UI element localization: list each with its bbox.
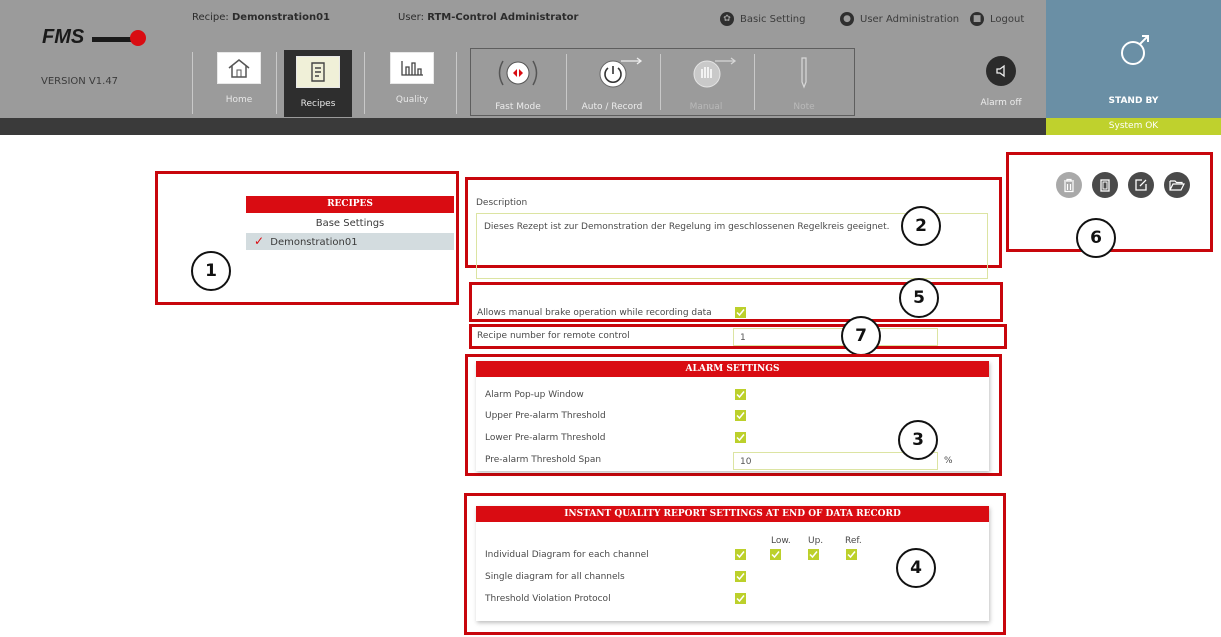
note-button[interactable]: Note (756, 56, 852, 112)
annotation-marker-4: 4 (896, 548, 936, 588)
threshold-protocol-label: Threshold Violation Protocol (485, 594, 611, 604)
upper-prealarm-checkbox[interactable] (735, 410, 746, 421)
check-icon: ✓ (254, 234, 265, 248)
annotation-marker-5: 5 (899, 278, 939, 318)
individual-diagram-label: Individual Diagram for each channel (485, 550, 649, 560)
folder-open-icon (1169, 180, 1185, 191)
trash-icon (1064, 178, 1074, 192)
nav-recipes[interactable]: Recipes (284, 50, 352, 117)
annotation-marker-2: 2 (901, 206, 941, 246)
current-recipe: Recipe: Demonstration01 (192, 12, 331, 23)
recipe-item-base-settings[interactable]: Base Settings (246, 215, 454, 232)
bar-chart-icon (390, 52, 434, 84)
recipes-header: RECIPES (246, 196, 454, 213)
threshold-span-unit: % (944, 456, 953, 466)
annotation-marker-3: 3 (898, 420, 938, 460)
lower-prealarm-label: Lower Pre-alarm Threshold (485, 433, 606, 443)
standby-icon (1118, 34, 1152, 72)
manual-icon (658, 56, 754, 94)
single-diagram-checkbox[interactable] (735, 571, 746, 582)
annotation-marker-6: 6 (1076, 218, 1116, 258)
manual-brake-label: Allows manual brake operation while reco… (477, 308, 712, 318)
status-bar (0, 118, 1046, 135)
quality-report-header: INSTANT QUALITY REPORT SETTINGS AT END O… (476, 506, 989, 522)
check-icon (809, 551, 818, 559)
logout-link[interactable]: ■ Logout (970, 12, 1024, 26)
nav-divider (192, 52, 193, 114)
manual-button[interactable]: Manual (658, 56, 754, 112)
lock-icon: ■ (970, 12, 984, 26)
fast-mode-icon (470, 56, 566, 94)
threshold-span-label: Pre-alarm Threshold Span (485, 455, 602, 465)
check-icon (736, 573, 745, 581)
ref-checkbox[interactable] (846, 549, 857, 560)
alarm-off-button[interactable]: Alarm off (968, 56, 1034, 108)
low-checkbox[interactable] (770, 549, 781, 560)
check-icon (736, 434, 745, 442)
single-diagram-label: Single diagram for all channels (485, 572, 625, 582)
check-icon (736, 595, 745, 603)
check-icon (736, 551, 745, 559)
up-checkbox[interactable] (808, 549, 819, 560)
recipe-scroll-icon (296, 56, 340, 88)
home-icon (217, 52, 261, 84)
check-icon (771, 551, 780, 559)
nav-divider (276, 52, 277, 114)
copy-recipe-button[interactable] (1092, 172, 1118, 198)
col-low-label: Low. (771, 536, 791, 546)
check-icon (736, 391, 745, 399)
svg-text:FMS: FMS (42, 26, 85, 48)
alarm-popup-label: Alarm Pop-up Window (485, 390, 584, 400)
gear-icon: ✿ (720, 12, 734, 26)
check-icon (847, 551, 856, 559)
version-label: VERSION V1.47 (41, 76, 119, 87)
recipe-item-demonstration01[interactable]: ✓ Demonstration01 (246, 233, 454, 250)
col-ref-label: Ref. (845, 536, 862, 546)
user-administration-link[interactable]: ● User Administration (840, 12, 959, 26)
manual-brake-checkbox[interactable] (735, 307, 746, 318)
individual-diagram-checkbox[interactable] (735, 549, 746, 560)
copy-icon (1100, 178, 1110, 192)
current-user: User: RTM-Control Administrator (398, 12, 579, 23)
machine-status-panel: STAND BY (1046, 0, 1221, 118)
nav-divider (364, 52, 365, 114)
upper-prealarm-label: Upper Pre-alarm Threshold (485, 411, 606, 421)
nav-divider (456, 52, 457, 114)
lower-prealarm-checkbox[interactable] (735, 432, 746, 443)
mode-divider (754, 54, 755, 110)
basic-setting-link[interactable]: ✿ Basic Setting (720, 12, 805, 26)
delete-recipe-button[interactable] (1056, 172, 1082, 198)
annotation-marker-1: 1 (191, 251, 231, 291)
nav-home[interactable]: Home (205, 52, 273, 116)
recipe-number-input[interactable]: 1 (733, 328, 938, 346)
edit-icon (1135, 179, 1147, 191)
check-icon (736, 412, 745, 420)
speaker-mute-icon (986, 56, 1016, 86)
fast-mode-button[interactable]: Fast Mode (470, 56, 566, 112)
annotation-marker-7: 7 (841, 316, 881, 356)
open-recipe-button[interactable] (1164, 172, 1190, 198)
user-icon: ● (840, 12, 854, 26)
nav-quality[interactable]: Quality (378, 52, 446, 116)
check-icon (736, 309, 745, 317)
power-record-icon (564, 56, 660, 94)
auto-record-button[interactable]: Auto / Record (564, 56, 660, 112)
edit-recipe-button[interactable] (1128, 172, 1154, 198)
fms-logo: FMS (40, 24, 150, 48)
description-label: Description (476, 198, 528, 208)
recipe-number-label: Recipe number for remote control (477, 331, 630, 341)
col-up-label: Up. (808, 536, 824, 546)
threshold-protocol-checkbox[interactable] (735, 593, 746, 604)
alarm-popup-checkbox[interactable] (735, 389, 746, 400)
system-ok-badge: System OK (1046, 118, 1221, 135)
alarm-settings-header: ALARM SETTINGS (476, 361, 989, 377)
pen-icon (756, 56, 852, 94)
